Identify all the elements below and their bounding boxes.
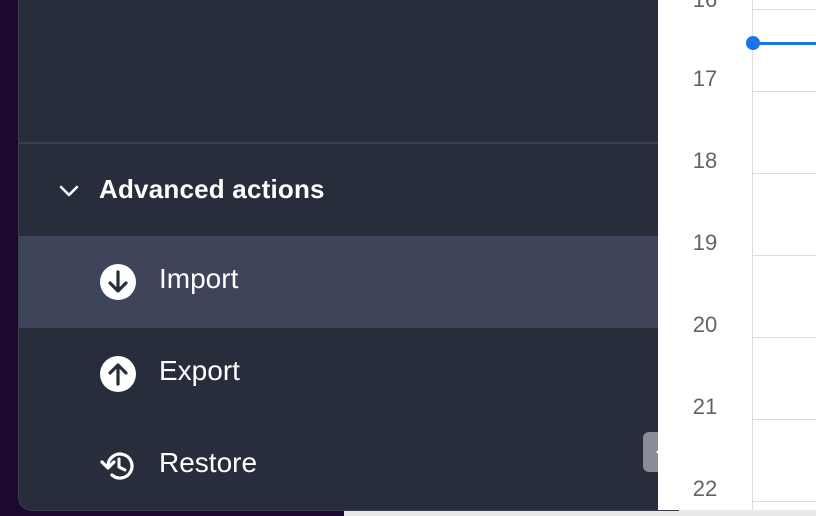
hour-label: 22 bbox=[692, 476, 718, 501]
sidebar-panel: Advanced actions Import Export Restore bbox=[18, 0, 679, 511]
history-icon bbox=[100, 452, 134, 480]
current-time-dot bbox=[746, 36, 760, 50]
download-circle-icon bbox=[100, 264, 136, 300]
hour-label: 18 bbox=[692, 148, 718, 173]
hour-gridline bbox=[753, 9, 816, 10]
hour-gridline bbox=[753, 419, 816, 420]
time-grid[interactable] bbox=[752, 0, 816, 510]
current-time-line bbox=[756, 42, 816, 45]
hour-gridline bbox=[753, 255, 816, 256]
hour-gridline bbox=[753, 173, 816, 174]
advanced-actions-header[interactable]: Advanced actions bbox=[19, 144, 679, 236]
upload-circle-icon bbox=[100, 356, 136, 392]
hour-gridline bbox=[753, 337, 816, 338]
time-column: 16 17 18 19 20 21 22 bbox=[658, 0, 752, 510]
hour-gridline bbox=[753, 91, 816, 92]
menu-item-restore[interactable]: Restore bbox=[19, 420, 659, 510]
calendar-day-view: 16 17 18 19 20 21 22 bbox=[658, 0, 816, 510]
menu-item-label: Import bbox=[159, 263, 239, 294]
hour-label: 20 bbox=[692, 312, 718, 337]
chevron-down-icon bbox=[59, 185, 79, 197]
menu-item-export[interactable]: Export bbox=[19, 328, 659, 420]
menu-item-label: Restore bbox=[159, 447, 258, 478]
hour-label: 17 bbox=[692, 66, 718, 91]
hour-label: 16 bbox=[658, 0, 752, 13]
hour-label: 19 bbox=[692, 230, 718, 255]
menu-item-label: Export bbox=[159, 355, 240, 386]
section-title: Advanced actions bbox=[99, 174, 325, 204]
hour-gridline bbox=[753, 501, 816, 502]
menu-item-import[interactable]: Import bbox=[19, 236, 659, 328]
hour-label: 21 bbox=[692, 394, 718, 419]
